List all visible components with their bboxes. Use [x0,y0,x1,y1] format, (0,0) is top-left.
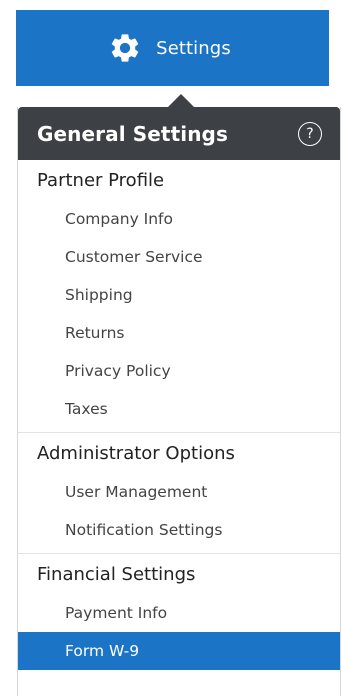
help-icon[interactable]: ? [298,121,322,146]
menu-item-user-management[interactable]: User Management [18,473,340,511]
section-title-administrator-options: Administrator Options [37,443,235,464]
menu-item-taxes[interactable]: Taxes [18,390,340,428]
section-administrator-options: Administrator Options User Management No… [18,435,340,554]
panel-header: General Settings ? [18,107,340,160]
menu-item-privacy-policy[interactable]: Privacy Policy [18,352,340,390]
menu-item-notification-settings[interactable]: Notification Settings [18,511,340,549]
panel-title: General Settings [37,121,228,146]
menu-item-payment-info[interactable]: Payment Info [18,594,340,632]
menu-item-customer-service[interactable]: Customer Service [18,238,340,276]
menu-item-shipping[interactable]: Shipping [18,276,340,314]
settings-button-label: Settings [156,37,231,59]
settings-button[interactable]: Settings [16,10,329,86]
menu-item-returns[interactable]: Returns [18,314,340,352]
section-partner-profile: Partner Profile Company Info Customer Se… [18,162,340,433]
gear-icon [111,34,139,62]
section-title-financial-settings: Financial Settings [37,564,196,585]
menu-item-company-info[interactable]: Company Info [18,200,340,238]
general-settings-panel: General Settings ? Partner Profile Compa… [17,107,341,696]
section-title-partner-profile: Partner Profile [37,170,165,191]
section-financial-settings: Financial Settings Payment Info Form W-9 [18,556,340,674]
menu-item-form-w9[interactable]: Form W-9 [18,632,340,670]
dropdown-caret [168,94,194,107]
